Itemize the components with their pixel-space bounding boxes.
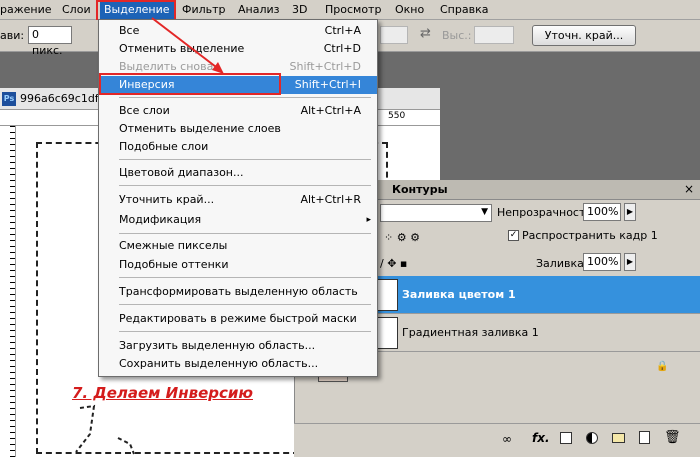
layer-row[interactable]: Заливка цветом 1 — [376, 276, 700, 314]
layer-name: Заливка цветом 1 — [402, 288, 516, 301]
menu-separator — [119, 97, 371, 98]
tab-paths[interactable]: Контуры — [392, 183, 448, 196]
menu-item-deselect-layers[interactable]: Отменить выделение слоев — [99, 120, 377, 138]
menu-item-label: Уточнить край... — [119, 193, 215, 206]
mask-icon[interactable] — [560, 432, 572, 444]
folder-icon[interactable] — [612, 433, 625, 443]
opacity-label: Непрозрачность: — [497, 206, 596, 219]
menu-item-all-layers[interactable]: Все слои Alt+Ctrl+A — [99, 102, 377, 120]
menu-item-label: Загрузить выделенную область... — [119, 339, 316, 352]
fx-icon[interactable]: fx. — [532, 431, 550, 445]
menu-help[interactable]: Справка — [440, 3, 488, 16]
menu-item-label: Отменить выделение слоев — [119, 122, 281, 135]
menu-item-shortcut: Ctrl+D — [323, 42, 361, 55]
menu-item-shortcut: Shift+Ctrl+I — [294, 78, 361, 91]
layer-thumbnail — [376, 279, 398, 311]
tutorial-caption: 7. Делаем Инверсию — [72, 384, 253, 402]
menu-item-label: Редактировать в режиме быстрой маски — [119, 312, 357, 325]
panel-close-icon[interactable]: × — [684, 182, 694, 196]
width-input[interactable] — [380, 26, 408, 44]
menu-separator — [119, 277, 371, 278]
layer-thumbnail — [376, 317, 398, 349]
menu-separator — [119, 159, 371, 160]
menu-separator — [119, 185, 371, 186]
lock-icon: 🔒 — [656, 361, 669, 372]
ruler-label: 550 — [388, 111, 406, 121]
menu-analysis[interactable]: Анализ — [238, 3, 280, 16]
menu-item-label: Все — [119, 24, 140, 37]
fill-label: Заливка: — [536, 257, 588, 270]
menu-window[interactable]: Окно — [395, 3, 424, 16]
menu-item-modify[interactable]: Модификация ▸ — [99, 211, 377, 229]
menu-item-load-selection[interactable]: Загрузить выделенную область... — [99, 337, 377, 355]
menu-item-shortcut: Alt+Ctrl+A — [300, 104, 361, 117]
menu-item-shortcut: Ctrl+A — [324, 24, 361, 37]
feather-input[interactable]: 0 пикс. — [28, 26, 72, 57]
link-icon[interactable]: ∞ — [502, 432, 512, 446]
menu-item-label: Все слои — [119, 104, 170, 117]
menu-item-transform-selection[interactable]: Трансформировать выделенную область — [99, 283, 377, 301]
menu-item-save-selection[interactable]: Сохранить выделенную область... — [99, 355, 377, 373]
menu-item-deselect[interactable]: Отменить выделение Ctrl+D — [99, 40, 377, 58]
menu-item-label: Трансформировать выделенную область — [119, 285, 358, 298]
menu-item-shortcut: Alt+Ctrl+R — [300, 193, 361, 206]
ps-icon: Ps — [2, 92, 16, 106]
document-title: 996a6c69c1dfd — [20, 92, 106, 105]
fill-slider-icon[interactable]: ▶ — [624, 253, 636, 271]
layer-row[interactable]: Градиентная заливка 1 — [376, 314, 700, 352]
ruler-left — [0, 126, 16, 457]
unify-icons[interactable]: ⁘ ⚙ ⚙ — [384, 231, 420, 244]
lock-icons[interactable]: / ✥ ▪ — [380, 257, 407, 270]
adjustment-icon[interactable] — [586, 432, 598, 444]
menu-item-shortcut: Shift+Ctrl+D — [289, 60, 361, 73]
menu-item-label: Модификация — [119, 213, 202, 226]
menu-item-grow[interactable]: Смежные пикселы — [99, 237, 377, 255]
layer-name: Градиентная заливка 1 — [402, 326, 539, 339]
marquee-fragment-icon — [75, 404, 135, 455]
propagate-label: Распространить кадр 1 — [522, 229, 658, 242]
chevron-down-icon: ▼ — [481, 207, 488, 217]
feather-label: ави: — [0, 29, 25, 42]
menu-item-label: Подобные слои — [119, 140, 209, 153]
new-layer-icon[interactable] — [639, 431, 650, 444]
menu-separator — [119, 304, 371, 305]
menu-view[interactable]: Просмотр — [325, 3, 381, 16]
swap-icon[interactable]: ⇄ — [420, 26, 431, 41]
refine-edge-button[interactable]: Уточн. край... — [532, 25, 636, 46]
menu-item-refine-edge[interactable]: Уточнить край... Alt+Ctrl+R — [99, 191, 377, 209]
fill-input[interactable]: 100% — [583, 253, 621, 271]
opacity-input[interactable]: 100% — [583, 203, 621, 221]
menu-item-label: Смежные пикселы — [119, 239, 228, 252]
menu-item-label: Сохранить выделенную область... — [119, 357, 319, 370]
menu-separator — [119, 331, 371, 332]
menu-image[interactable]: ражение — [0, 3, 52, 16]
height-input[interactable] — [474, 26, 514, 44]
menu-item-similar[interactable]: Подобные оттенки — [99, 256, 377, 274]
arrow-icon — [151, 17, 224, 74]
menu-item-color-range[interactable]: Цветовой диапазон... — [99, 164, 377, 182]
menu-item-label: Подобные оттенки — [119, 258, 229, 271]
height-label: Выс.: — [442, 29, 472, 42]
menu-item-label: Цветовой диапазон... — [119, 166, 244, 179]
blend-mode-select[interactable]: ▼ — [380, 204, 492, 222]
menu-item-similar-layers[interactable]: Подобные слои — [99, 138, 377, 156]
opacity-slider-icon[interactable]: ▶ — [624, 203, 636, 221]
menu-separator — [119, 233, 371, 234]
menu-layers[interactable]: Слои — [62, 3, 91, 16]
menu-3d[interactable]: 3D — [292, 3, 307, 16]
layers-bottom-bar: ∞ fx. 🗑 — [294, 423, 700, 457]
submenu-arrow-icon: ▸ — [366, 215, 371, 225]
propagate-checkbox[interactable]: ✓ — [508, 230, 519, 241]
menu-item-quick-mask[interactable]: Редактировать в режиме быстрой маски — [99, 310, 377, 328]
menu-item-all[interactable]: Все Ctrl+A — [99, 22, 377, 40]
trash-icon[interactable]: 🗑 — [664, 430, 681, 445]
